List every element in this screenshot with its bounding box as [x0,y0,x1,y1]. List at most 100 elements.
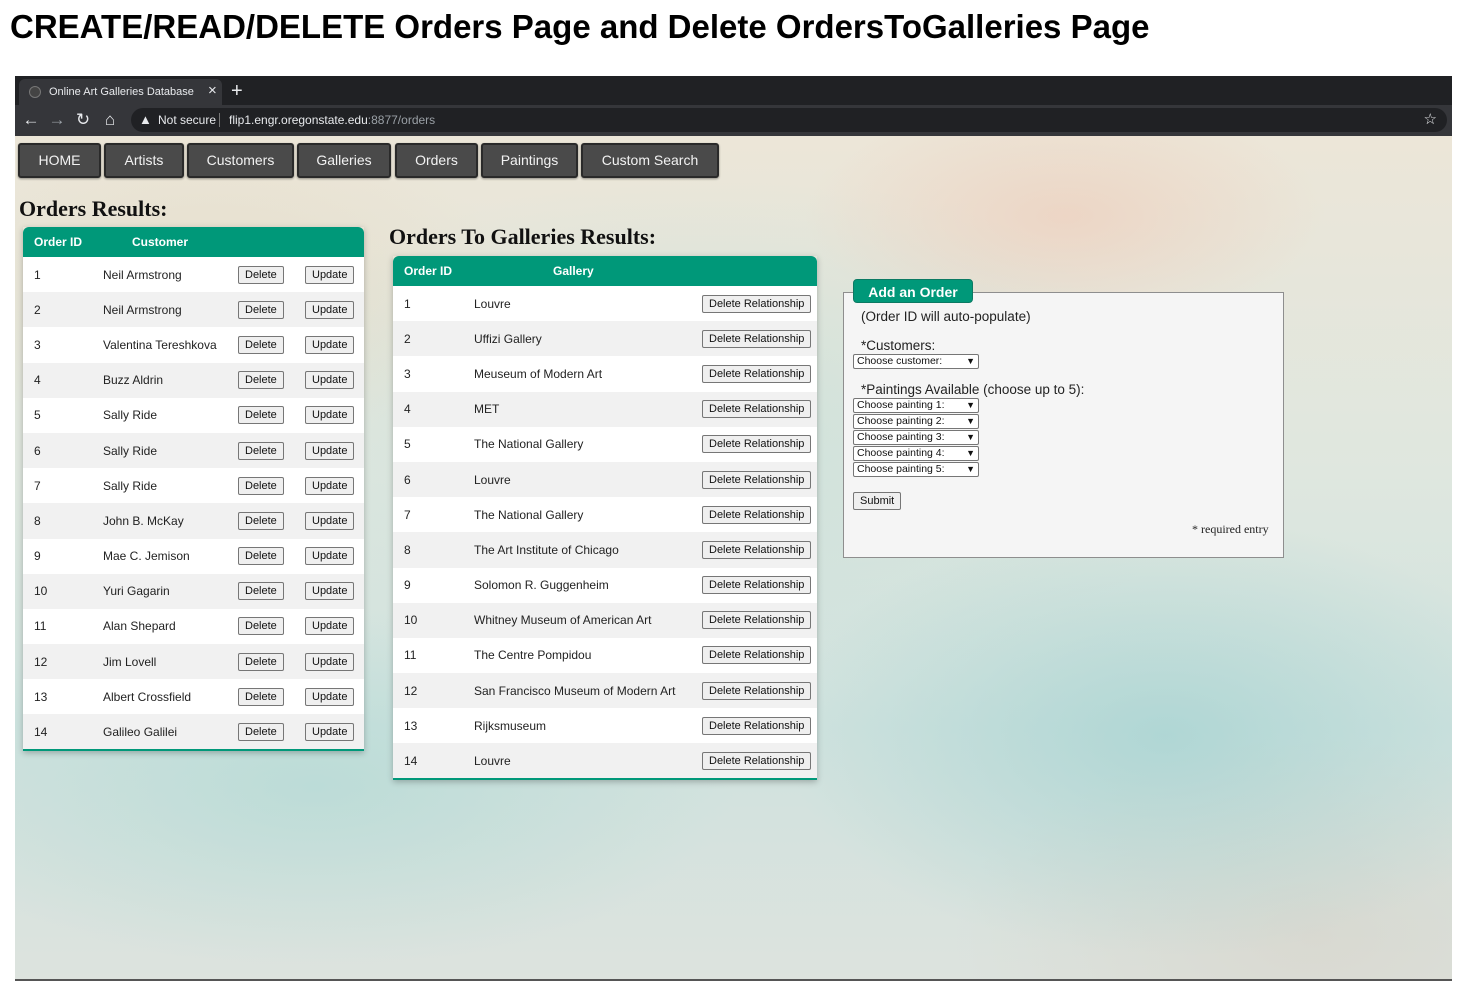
order-id-cell: 3 [393,356,463,392]
delete-button[interactable]: Delete [238,406,284,425]
browser-toolbar: ← → ↻ ⌂ ▲ Not secure flip1.engr.oregonst… [15,105,1452,136]
table-row: 2 Neil Armstrong Delete Update [23,292,364,328]
customer-cell: Sally Ride [92,432,227,469]
customer-cell: Neil Armstrong [92,257,227,293]
order-id-cell: 7 [23,468,92,504]
delete-relationship-button[interactable]: Delete Relationship [702,364,812,383]
update-button[interactable]: Update [305,335,355,354]
update-button[interactable]: Update [305,617,355,636]
auto-populate-note: (Order ID will auto-populate) [861,309,1031,324]
update-button[interactable]: Update [305,582,355,601]
delete-button[interactable]: Delete [238,476,284,495]
update-button[interactable]: Update [305,265,355,284]
delete-relationship-button[interactable]: Delete Relationship [702,505,812,524]
delete-button[interactable]: Delete [238,582,284,601]
customer-cell: Yuri Gagarin [92,573,227,609]
delete-relationship-button[interactable]: Delete Relationship [702,470,812,489]
table-row: 3 Valentina Tereshkova Delete Update [23,327,364,363]
delete-relationship-button[interactable]: Delete Relationship [702,681,812,700]
delete-relationship-button[interactable]: Delete Relationship [702,646,812,665]
update-button[interactable]: Update [305,441,355,460]
painting-select-4[interactable]: Choose painting 4: ▼ [853,446,979,461]
delete-relationship-button[interactable]: Delete Relationship [702,329,812,348]
nav-orders[interactable]: Orders [395,143,478,178]
column-header-gallery: Gallery [463,256,691,286]
update-button[interactable]: Update [305,476,355,495]
painting-select-5[interactable]: Choose painting 5: ▼ [853,462,979,477]
delete-relationship-button[interactable]: Delete Relationship [702,716,812,735]
delete-relationship-button[interactable]: Delete Relationship [702,751,812,770]
chevron-down-icon: ▼ [966,432,975,442]
table-row: 11 Alan Shepard Delete Update [23,608,364,645]
update-button[interactable]: Update [305,406,355,425]
delete-relationship-button[interactable]: Delete Relationship [702,540,812,559]
submit-button[interactable]: Submit [853,492,902,510]
order-id-cell: 5 [23,397,92,433]
delete-relationship-button[interactable]: Delete Relationship [702,576,812,595]
gallery-cell: Solomon R. Guggenheim [463,567,691,603]
delete-relationship-button[interactable]: Delete Relationship [702,400,812,419]
nav-custom-search[interactable]: Custom Search [581,143,719,178]
back-arrow-icon[interactable]: ← [20,109,42,131]
update-button[interactable]: Update [305,687,355,706]
table-row: 6 Sally Ride Delete Update [23,432,364,469]
nav-paintings[interactable]: Paintings [481,143,578,178]
close-icon[interactable]: × [208,83,222,99]
new-tab-icon[interactable]: + [231,79,243,103]
browser-window: Online Art Galleries Database × + ← → ↻ … [15,76,1452,981]
order-id-cell: 7 [393,497,463,533]
delete-button[interactable]: Delete [238,687,284,706]
delete-button[interactable]: Delete [238,652,284,671]
delete-button[interactable]: Delete [238,335,284,354]
update-button[interactable]: Update [305,371,355,390]
update-button[interactable]: Update [305,547,355,566]
forward-arrow-icon[interactable]: → [46,109,68,131]
paintings-label: *Paintings Available (choose up to 5): [861,382,1085,397]
table-row: 3 Meuseum of Modern Art Delete Relationshi… [393,356,817,392]
delete-button[interactable]: Delete [238,617,284,636]
globe-icon [29,86,41,98]
nav-home[interactable]: HOME [18,143,101,178]
painting-select-3[interactable]: Choose painting 3: ▼ [853,430,979,445]
painting-select-1[interactable]: Choose painting 1: ▼ [853,398,979,413]
reload-icon[interactable]: ↻ [72,109,94,131]
bookmark-star-icon[interactable]: ☆ [1424,110,1437,128]
browser-tab[interactable]: Online Art Galleries Database × [19,79,222,105]
gallery-cell: Louvre [463,286,691,322]
order-id-cell: 2 [23,292,92,328]
delete-button[interactable]: Delete [238,722,284,741]
address-bar[interactable]: ▲ Not secure flip1.engr.oregonstate.edu:… [131,108,1447,132]
table-row: 13 Rijksmuseum Delete Relationship [393,708,817,744]
delete-button[interactable]: Delete [238,371,284,390]
chevron-down-icon: ▼ [966,464,975,474]
table-row: 14 Galileo Galilei Delete Update [23,714,364,751]
delete-button[interactable]: Delete [238,547,284,566]
delete-relationship-button[interactable]: Delete Relationship [702,611,812,630]
orders-table: Order ID Customer 1 Neil Armstrong Delete U… [23,227,364,751]
delete-relationship-button[interactable]: Delete Relationship [702,435,812,454]
update-button[interactable]: Update [305,300,355,319]
customer-select[interactable]: Choose customer: ▼ [853,354,979,369]
table-row: 7 Sally Ride Delete Update [23,468,364,504]
update-button[interactable]: Update [305,652,355,671]
table-row: 12 Jim Lovell Delete Update [23,644,364,680]
delete-relationship-button[interactable]: Delete Relationship [702,294,812,313]
nav-customers[interactable]: Customers [187,143,294,178]
customer-cell: Sally Ride [92,397,227,433]
delete-button[interactable]: Delete [238,300,284,319]
gallery-cell: Louvre [463,743,691,780]
delete-button[interactable]: Delete [238,441,284,460]
painting-select-2[interactable]: Choose painting 2: ▼ [853,414,979,429]
order-id-cell: 1 [393,286,463,322]
update-button[interactable]: Update [305,722,355,741]
table-row: 11 The Centre Pompidou Delete Relationship [393,637,817,674]
update-button[interactable]: Update [305,511,355,530]
nav-galleries[interactable]: Galleries [297,143,391,178]
nav-artists[interactable]: Artists [104,143,184,178]
home-icon[interactable]: ⌂ [99,109,121,131]
delete-button[interactable]: Delete [238,265,284,284]
order-id-cell: 9 [393,567,463,603]
gallery-cell: MET [463,391,691,427]
table-row: 8 John B. McKay Delete Update [23,503,364,539]
delete-button[interactable]: Delete [238,511,284,530]
